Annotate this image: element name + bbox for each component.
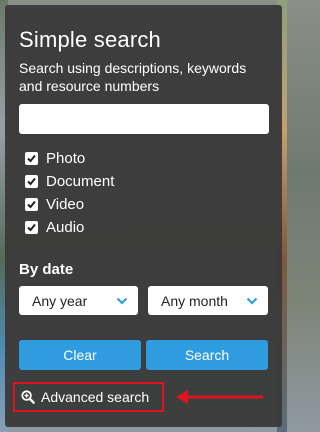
year-select[interactable]: Any year [19, 286, 138, 315]
video-checkbox[interactable] [25, 197, 38, 211]
type-document[interactable]: Document [25, 171, 114, 191]
check-icon [27, 200, 36, 208]
audio-checkbox[interactable] [25, 220, 38, 234]
advanced-search-link[interactable]: Advanced search [13, 382, 164, 412]
type-video[interactable]: Video [25, 194, 84, 214]
check-icon [27, 177, 36, 185]
photo-checkbox[interactable] [25, 151, 38, 165]
simple-search-panel: Simple search Search using descriptions,… [5, 5, 282, 427]
advanced-search-label: Advanced search [41, 389, 150, 405]
month-select-value: Any month [161, 292, 228, 309]
clear-button[interactable]: Clear [19, 340, 141, 370]
arrow-left-icon [176, 390, 263, 404]
chevron-down-icon [246, 297, 258, 305]
by-date-label: By date [19, 261, 74, 278]
search-input[interactable] [19, 104, 269, 134]
chevron-down-icon [116, 297, 128, 305]
audio-label: Audio [46, 218, 85, 236]
check-icon [27, 154, 36, 162]
document-label: Document [46, 172, 115, 190]
document-checkbox[interactable] [25, 174, 38, 188]
search-button[interactable]: Search [146, 340, 268, 370]
type-photo[interactable]: Photo [25, 148, 85, 168]
video-label: Video [46, 195, 85, 213]
photo-label: Photo [46, 149, 86, 167]
panel-subtitle: Search using descriptions, keywords and … [19, 60, 247, 94]
zoom-in-icon [21, 390, 35, 404]
panel-title: Simple search [19, 27, 161, 52]
year-select-value: Any year [32, 292, 88, 309]
type-audio[interactable]: Audio [25, 217, 84, 237]
check-icon [27, 223, 36, 231]
month-select[interactable]: Any month [148, 286, 268, 315]
